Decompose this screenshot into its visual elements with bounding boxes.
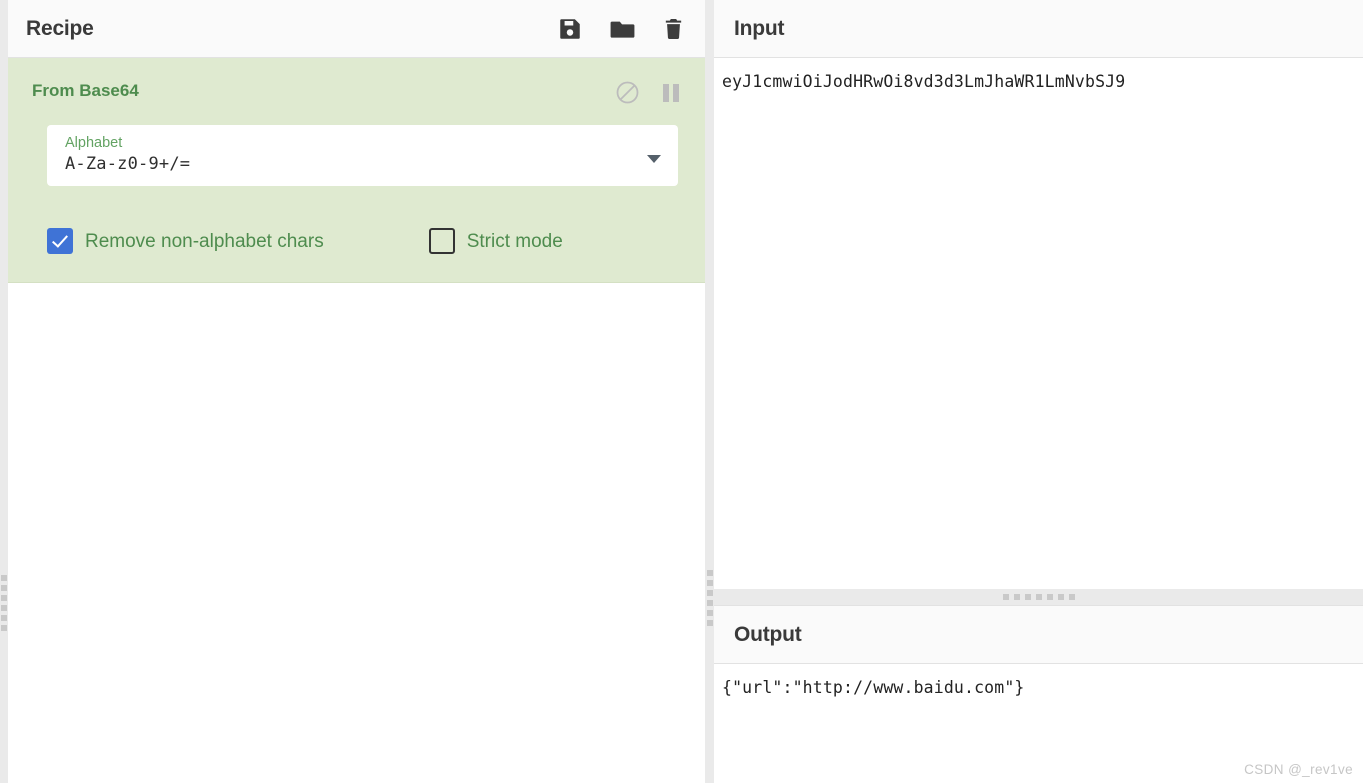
recipe-operation-from-base64[interactable]: From Base64 Alphabet A-Za-z0-9+/= Remove… [8,58,705,283]
operation-header: From Base64 [32,80,681,105]
grip-dot [1013,594,1020,600]
output-title: Output [734,622,802,646]
checkbox-label: Strict mode [466,230,563,252]
mid-gutter-grip[interactable] [707,570,713,626]
left-resize-gutter[interactable] [0,0,8,783]
input-editor[interactable]: eyJ1cmwiOiJodHRwOi8vd3d3LmJhaWR1LmNvbSJ9 [714,58,1363,589]
input-text[interactable]: eyJ1cmwiOiJodHRwOi8vd3d3LmJhaWR1LmNvbSJ9 [722,70,1353,94]
checkbox-box-checked[interactable] [47,228,73,254]
input-header: Input [714,0,1363,58]
grip-dot [1,615,7,621]
grip-dot [1,585,7,591]
operation-checkbox-row: Remove non-alphabet chars Strict mode [47,228,681,254]
input-pane: Input eyJ1cmwiOiJodHRwOi8vd3d3LmJhaWR1Lm… [714,0,1363,589]
recipe-operation-list[interactable]: From Base64 Alphabet A-Za-z0-9+/= Remove… [8,58,705,783]
output-pane: Output {"url":"http://www.baidu.com"} [714,605,1363,783]
recipe-header-actions [557,16,685,42]
operation-title: From Base64 [32,81,139,100]
alphabet-label: Alphabet [65,135,123,151]
checkbox-strict-mode[interactable]: Strict mode [428,228,563,254]
grip-dot [1,575,7,581]
grip-dot [1046,594,1053,600]
grip-dot [707,570,713,576]
grip-dot [1068,594,1075,600]
output-header: Output [714,606,1363,664]
chevron-down-icon[interactable] [647,155,661,163]
grip-dot [1035,594,1042,600]
io-resize-splitter[interactable] [714,589,1363,605]
folder-icon[interactable] [609,16,636,42]
grip-dot [1024,594,1031,600]
output-editor[interactable]: {"url":"http://www.baidu.com"} [714,664,1363,783]
grip-dot [707,590,713,596]
grip-dot [1002,594,1009,600]
left-gutter-grip[interactable] [1,575,7,631]
grip-dot [707,620,713,626]
floppy-disk-icon[interactable] [557,16,583,42]
checkbox-remove-non-alphabet-chars[interactable]: Remove non-alphabet chars [47,228,324,254]
grip-dot [1,625,7,631]
input-title: Input [734,16,785,40]
recipe-io-resize-gutter[interactable] [705,0,714,783]
output-text: {"url":"http://www.baidu.com"} [722,678,1025,697]
grip-dot [1057,594,1064,600]
recipe-header: Recipe [8,0,705,58]
alphabet-select[interactable]: Alphabet A-Za-z0-9+/= [47,125,678,186]
operation-controls [615,80,681,105]
checkbox-label: Remove non-alphabet chars [85,230,324,252]
recipe-title: Recipe [26,16,94,40]
cyberchef-app: Recipe From Base64 Alphabet A-Za-z0-9+/=… [0,0,1363,783]
grip-dot [1,595,7,601]
io-column: Input eyJ1cmwiOiJodHRwOi8vd3d3LmJhaWR1Lm… [714,0,1363,783]
grip-dot [707,600,713,606]
grip-dot [707,580,713,586]
trash-icon[interactable] [662,16,685,42]
pause-icon[interactable] [661,82,681,104]
checkbox-box-unchecked[interactable] [428,228,455,254]
alphabet-value: A-Za-z0-9+/= [65,153,191,174]
circle-slash-icon[interactable] [615,80,640,105]
recipe-pane: Recipe From Base64 Alphabet A-Za-z0-9+/=… [8,0,705,783]
grip-dot [707,610,713,616]
io-splitter-grip[interactable] [1002,594,1075,600]
grip-dot [1,605,7,611]
